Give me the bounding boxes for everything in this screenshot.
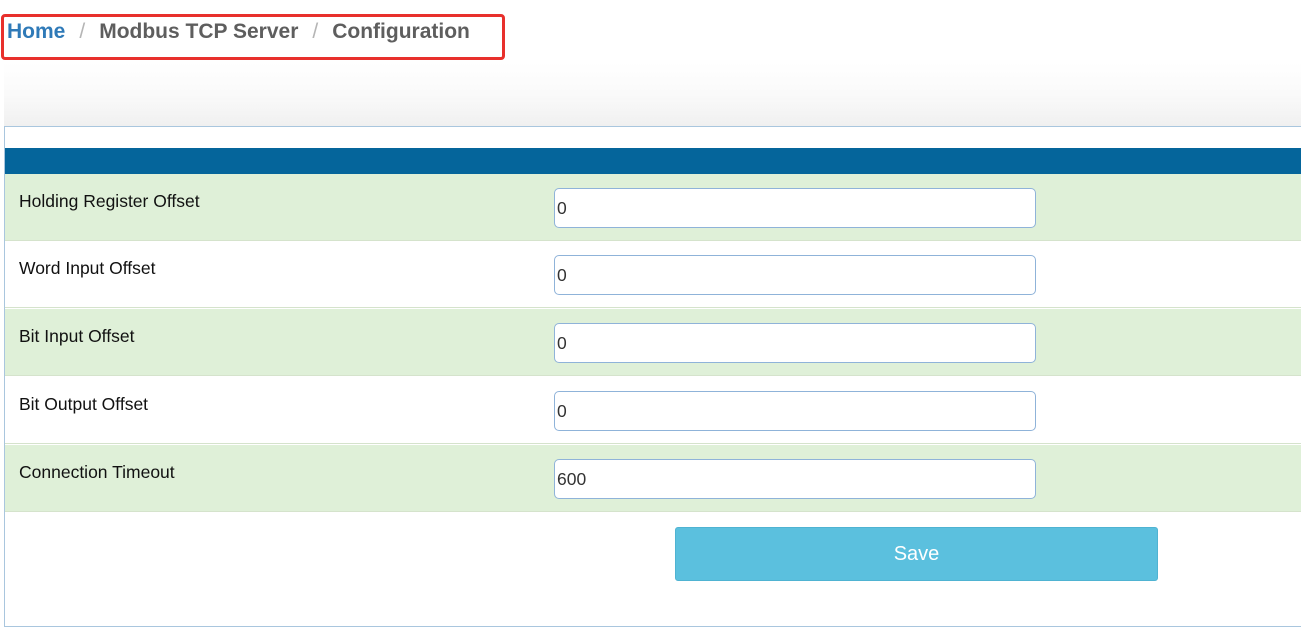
word-input-offset-label: Word Input Offset [19, 258, 156, 278]
row-connection-timeout: Connection Timeout [5, 445, 1301, 512]
breadcrumb-highlight-box [1, 14, 505, 60]
holding-register-offset-input[interactable] [554, 188, 1036, 228]
row-bit-output-offset: Bit Output Offset [5, 377, 1301, 444]
row-word-input-offset: Word Input Offset [5, 241, 1301, 308]
row-holding-register-offset: Holding Register Offset [5, 174, 1301, 241]
bit-input-offset-input[interactable] [554, 323, 1036, 363]
save-button[interactable]: Save [675, 527, 1158, 581]
holding-register-offset-label: Holding Register Offset [19, 191, 200, 211]
panel-heading [4, 62, 1301, 126]
table-header-bar [5, 148, 1301, 174]
bit-output-offset-label: Bit Output Offset [19, 394, 149, 414]
bit-input-offset-label: Bit Input Offset [19, 326, 135, 346]
bit-output-offset-input[interactable] [554, 391, 1036, 431]
configuration-panel: Holding Register Offset Word Input Offse… [4, 126, 1301, 627]
connection-timeout-label: Connection Timeout [19, 462, 175, 482]
row-bit-input-offset: Bit Input Offset [5, 309, 1301, 376]
connection-timeout-input[interactable] [554, 459, 1036, 499]
word-input-offset-input[interactable] [554, 255, 1036, 295]
